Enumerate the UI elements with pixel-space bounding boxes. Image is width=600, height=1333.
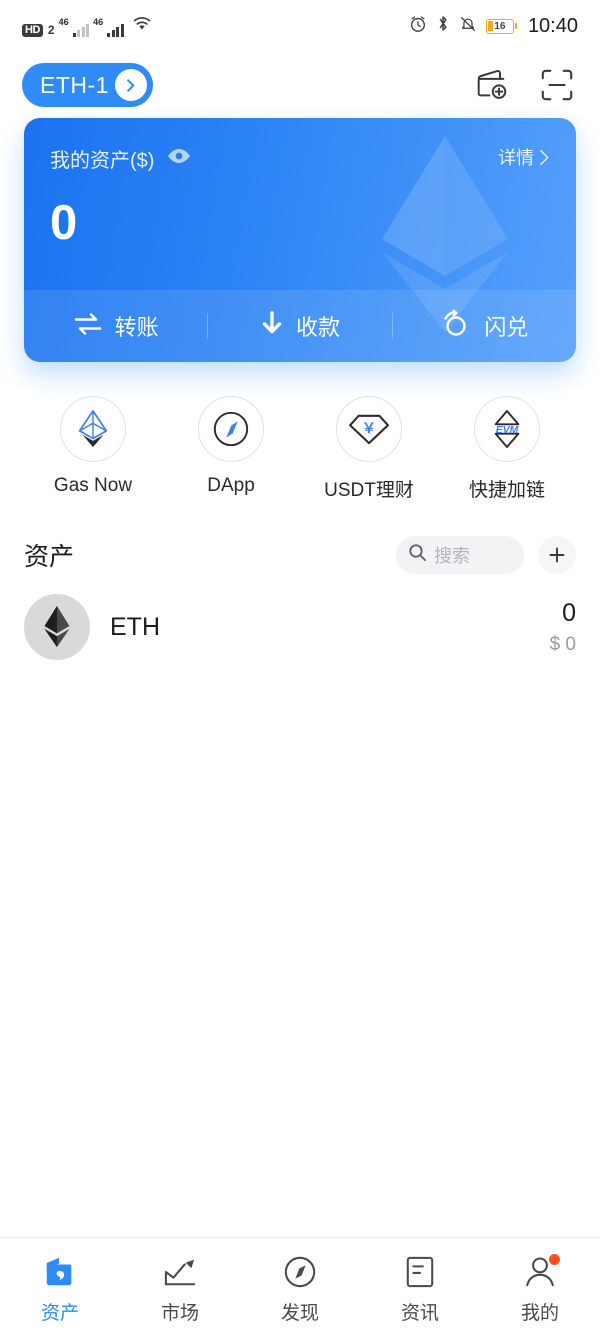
search-placeholder: 搜索 xyxy=(434,546,470,566)
balance-card: 详情 我的资产($) 0 转账 收款 闪兑 xyxy=(24,118,576,362)
nav-label: 资产 xyxy=(40,1303,79,1324)
nav-label: 我的 xyxy=(520,1303,559,1324)
app-header: ETH-1 xyxy=(0,52,600,118)
eye-icon[interactable] xyxy=(166,147,192,170)
bluetooth-icon xyxy=(436,14,450,38)
eth-coin-icon xyxy=(24,594,90,660)
nav-item-assets[interactable]: 资产 xyxy=(0,1246,120,1325)
receive-label: 收款 xyxy=(295,315,340,340)
signal-bars-1 xyxy=(72,24,90,37)
app-screen: HD 2 46 46 16 10:40 ETH-1 详情 我的资产($) 0 转… xyxy=(0,0,600,1333)
search-input[interactable]: 搜索 xyxy=(396,536,524,574)
transfer-icon xyxy=(73,311,103,342)
signal-bars-2 xyxy=(107,24,124,37)
asset-list: ETH 0 $ 0 xyxy=(0,574,600,660)
balance-card-container: 详情 我的资产($) 0 转账 收款 闪兑 xyxy=(0,118,600,362)
compass-icon xyxy=(283,1252,317,1292)
network-type-1-label: 46 xyxy=(58,17,69,27)
hd-icon: HD xyxy=(22,24,43,37)
table-row[interactable]: ETH 0 $ 0 xyxy=(0,574,600,660)
scan-icon[interactable] xyxy=(536,64,578,106)
coin-amount: 0 xyxy=(562,599,576,627)
balance-label: 我的资产($) xyxy=(50,150,155,172)
plus-icon xyxy=(549,547,565,563)
chevron-right-small-icon xyxy=(540,149,549,165)
search-icon xyxy=(408,543,427,567)
battery-percent-label: 16 xyxy=(494,20,506,32)
add-token-button[interactable] xyxy=(538,536,576,574)
quick-entry-label: DApp xyxy=(207,475,255,496)
quick-entry-dapp[interactable]: DApp xyxy=(162,396,300,502)
swap-label: 闪兑 xyxy=(484,315,529,340)
details-link[interactable]: 详情 xyxy=(498,144,550,170)
badge-dot xyxy=(549,1254,560,1265)
nav-item-news[interactable]: 资讯 xyxy=(360,1246,480,1325)
nav-item-discover[interactable]: 发现 xyxy=(240,1246,360,1325)
person-icon xyxy=(523,1252,560,1292)
chart-icon xyxy=(162,1252,198,1292)
card-action-bar: 转账 收款 闪兑 xyxy=(24,290,576,362)
balance-card-top: 详情 我的资产($) 0 xyxy=(24,118,576,332)
sim2-icon: 2 xyxy=(47,23,55,37)
news-icon xyxy=(404,1252,436,1292)
evm-chain-icon: EVM xyxy=(474,396,540,462)
battery-icon: 16 xyxy=(485,18,517,34)
receive-icon xyxy=(260,310,284,342)
quick-entry-usdt-finance[interactable]: ￥ USDT理财 xyxy=(300,396,438,502)
quick-entry-gas-now[interactable]: Gas Now xyxy=(24,396,162,502)
balance-label-row: 我的资产($) xyxy=(50,144,550,173)
signal-sim2-icon: 46 xyxy=(93,17,124,37)
eth-outline-icon xyxy=(60,396,126,462)
nav-item-mine[interactable]: 我的 xyxy=(480,1246,600,1325)
status-bar-left: HD 2 46 46 xyxy=(22,15,409,37)
nav-label: 市场 xyxy=(160,1303,199,1324)
balance-amount: 0 xyxy=(50,196,78,250)
gem-yuan-icon: ￥ xyxy=(336,396,402,462)
nav-label: 资讯 xyxy=(400,1303,439,1324)
wifi-icon xyxy=(131,15,153,37)
bottom-navigation: 资产 市场 发现 资讯 我的 xyxy=(0,1237,600,1333)
add-wallet-icon[interactable] xyxy=(470,64,512,106)
nav-item-market[interactable]: 市场 xyxy=(120,1246,240,1325)
swap-icon xyxy=(440,308,472,344)
assets-section-header: 资产 搜索 xyxy=(0,536,600,574)
quick-entry-row: Gas Now DApp ￥ USDT理财 EVM 快捷加链 xyxy=(0,396,600,502)
quick-entry-label: USDT理财 xyxy=(324,480,414,501)
compass-icon xyxy=(198,396,264,462)
swap-button[interactable]: 闪兑 xyxy=(393,308,576,344)
mute-icon xyxy=(459,15,477,38)
svg-text:￥: ￥ xyxy=(362,421,376,437)
header-actions xyxy=(470,64,578,106)
network-type-2-label: 46 xyxy=(93,17,104,27)
quick-entry-label: 快捷加链 xyxy=(468,480,545,501)
signal-sim1-icon: 46 xyxy=(59,17,90,37)
wallet-icon xyxy=(42,1252,78,1292)
alarm-icon xyxy=(409,15,427,38)
details-label: 详情 xyxy=(498,148,534,168)
status-bar-right: 16 10:40 xyxy=(409,14,578,38)
clock-label: 10:40 xyxy=(527,14,578,37)
chevron-right-icon xyxy=(114,69,147,101)
status-bar: HD 2 46 46 16 10:40 xyxy=(0,0,600,52)
coin-symbol: ETH xyxy=(110,612,160,641)
receive-button[interactable]: 收款 xyxy=(208,310,391,342)
quick-entry-label: Gas Now xyxy=(53,475,133,496)
quick-entry-add-chain[interactable]: EVM 快捷加链 xyxy=(438,396,576,502)
transfer-label: 转账 xyxy=(114,315,159,340)
nav-label: 发现 xyxy=(280,1303,319,1324)
svg-text:EVM: EVM xyxy=(496,425,519,436)
wallet-name-label: ETH-1 xyxy=(40,71,109,98)
wallet-selector-button[interactable]: ETH-1 xyxy=(22,63,153,107)
coin-fiat-value: $ 0 xyxy=(549,634,576,655)
coin-values: 0 $ 0 xyxy=(550,598,576,656)
transfer-button[interactable]: 转账 xyxy=(24,310,207,342)
assets-title: 资产 xyxy=(24,543,75,571)
